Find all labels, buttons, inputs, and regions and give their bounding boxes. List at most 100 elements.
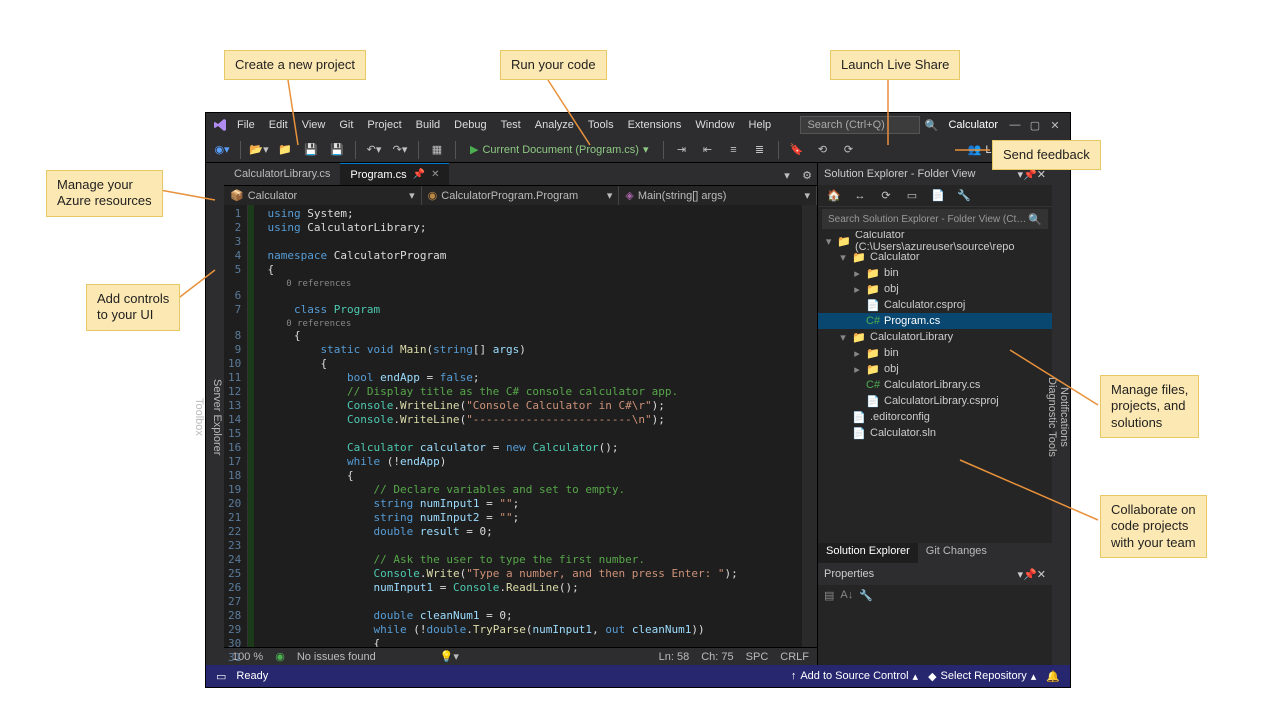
nav-back-icon[interactable]: ◉▾ <box>212 140 232 160</box>
show-all-icon[interactable]: 📄 <box>928 186 948 206</box>
menu-extensions[interactable]: Extensions <box>621 116 689 134</box>
wrench-icon[interactable]: 🔧 <box>859 589 873 661</box>
tree-node[interactable]: ▾📁Calculator (C:\Users\azureuser\source\… <box>818 233 1052 249</box>
callout-azure: Manage your Azure resources <box>46 170 163 217</box>
output-icon[interactable]: ▭ <box>216 670 226 683</box>
caret-col: Ch: 75 <box>701 651 733 663</box>
caret-line: Ln: 58 <box>659 651 690 663</box>
new-project-button[interactable]: 📂▾ <box>249 140 269 160</box>
vertical-scrollbar[interactable] <box>802 205 817 647</box>
toolbar-icon-5[interactable]: ⟲ <box>813 140 833 160</box>
tree-node[interactable]: 📄.editorconfig <box>818 409 1052 425</box>
quick-search-input[interactable]: Search (Ctrl+Q) <box>800 116 920 134</box>
callout-git: Collaborate on code projects with your t… <box>1100 495 1207 558</box>
code-editor[interactable]: 1234567891011121314151617181920212223242… <box>224 205 817 647</box>
nav-class[interactable]: ◉CalculatorProgram.Program▾ <box>422 186 620 205</box>
toolbar-icon-6[interactable]: ⟳ <box>839 140 859 160</box>
maximize-button[interactable]: ▢ <box>1026 117 1044 133</box>
panel-close-icon[interactable]: ✕ <box>1037 568 1046 581</box>
nav-member[interactable]: ◈Main(string[] args)▾ <box>619 186 817 205</box>
undo-icon[interactable]: ↶▾ <box>364 140 384 160</box>
tab-label: CalculatorLibrary.cs <box>234 168 330 180</box>
menu-view[interactable]: View <box>295 116 333 134</box>
main-toolbar: ◉▾ 📂▾ 📁 💾 💾 ↶▾ ↷▾ ▦ ▶ Current Document (… <box>206 137 1070 163</box>
menu-analyze[interactable]: Analyze <box>528 116 581 134</box>
toolbar-icon-4[interactable]: ≣ <box>750 140 770 160</box>
tab-git-changes[interactable]: Git Changes <box>918 543 995 563</box>
tree-node[interactable]: 📄Calculator.csproj <box>818 297 1052 313</box>
menu-edit[interactable]: Edit <box>262 116 295 134</box>
nav-project[interactable]: 📦Calculator▾ <box>224 186 422 205</box>
panel-pin-icon[interactable]: 📌 <box>1023 568 1037 581</box>
callout-toolbox: Add controls to your UI <box>86 284 180 331</box>
alphabetical-icon[interactable]: A↓ <box>840 589 853 661</box>
tree-node[interactable]: 📄CalculatorLibrary.csproj <box>818 393 1052 409</box>
config-icon[interactable]: ▦ <box>427 140 447 160</box>
menu-git[interactable]: Git <box>332 116 360 134</box>
right-panel-stack: Solution Explorer - Folder View ▾ 📌 ✕ 🏠 … <box>817 163 1052 665</box>
eol-mode[interactable]: CRLF <box>780 651 809 663</box>
bell-icon[interactable]: 🔔 <box>1046 670 1060 683</box>
code-surface[interactable]: using System; using CalculatorLibrary; n… <box>254 205 802 647</box>
tree-node[interactable]: ▸📁obj <box>818 281 1052 297</box>
toolbox-tab[interactable]: Toolbox <box>192 394 206 440</box>
close-button[interactable]: ✕ <box>1046 117 1064 133</box>
tree-node[interactable]: C#CalculatorLibrary.cs <box>818 377 1052 393</box>
solution-nav-icon[interactable]: ↔ <box>850 186 870 206</box>
document-tabstrip: CalculatorLibrary.cs Program.cs 📌 ✕ ▾ ⚙ <box>224 163 817 185</box>
tab-solution-explorer[interactable]: Solution Explorer <box>818 543 918 563</box>
tree-node[interactable]: ▸📁obj <box>818 361 1052 377</box>
callout-run-code: Run your code <box>500 50 607 80</box>
tab-overflow-icon[interactable]: ▾ <box>777 165 797 185</box>
play-icon: ▶ <box>470 143 478 156</box>
menu-build[interactable]: Build <box>409 116 447 134</box>
tree-node[interactable]: ▸📁bin <box>818 345 1052 361</box>
tab-program[interactable]: Program.cs 📌 ✕ <box>340 163 449 185</box>
search-icon[interactable]: 🔍 <box>922 117 940 133</box>
open-folder-icon[interactable]: 📁 <box>275 140 295 160</box>
solution-search-input[interactable]: Search Solution Explorer - Folder View (… <box>822 209 1048 229</box>
tree-node[interactable]: ▾📁CalculatorLibrary <box>818 329 1052 345</box>
collapse-icon[interactable]: ▭ <box>902 186 922 206</box>
source-control-button[interactable]: ↑ Add to Source Control ▴ <box>791 670 918 683</box>
save-all-icon[interactable]: 💾 <box>327 140 347 160</box>
bookmark-icon[interactable]: 🔖 <box>787 140 807 160</box>
close-icon[interactable]: ✕ <box>431 169 439 180</box>
navigation-bar: 📦Calculator▾ ◉CalculatorProgram.Program▾… <box>224 185 817 205</box>
save-icon[interactable]: 💾 <box>301 140 321 160</box>
tree-node[interactable]: C#Program.cs <box>818 313 1052 329</box>
menu-window[interactable]: Window <box>688 116 741 134</box>
diagnostic-tools-tab[interactable]: Diagnostic Tools <box>1046 377 1058 457</box>
solution-tree[interactable]: ▾📁Calculator (C:\Users\azureuser\source\… <box>818 231 1052 543</box>
issues-label: No issues found <box>297 651 376 663</box>
tree-node[interactable]: 📄Calculator.sln <box>818 425 1052 441</box>
menu-project[interactable]: Project <box>360 116 408 134</box>
home-icon[interactable]: 🏠 <box>824 186 844 206</box>
status-bar: ▭ Ready ↑ Add to Source Control ▴ ◆ Sele… <box>206 665 1070 687</box>
menu-help[interactable]: Help <box>742 116 779 134</box>
right-tool-rail: Notifications Diagnostic Tools <box>1052 163 1070 665</box>
menu-file[interactable]: File <box>230 116 262 134</box>
menu-debug[interactable]: Debug <box>447 116 493 134</box>
properties-icon[interactable]: 🔧 <box>954 186 974 206</box>
toolbar-icon-1[interactable]: ⇥ <box>672 140 692 160</box>
notifications-tab[interactable]: Notifications <box>1058 387 1070 447</box>
pin-icon[interactable]: 📌 <box>413 169 425 180</box>
select-repo-button[interactable]: ◆ Select Repository ▴ <box>928 670 1036 683</box>
tab-calculatorlibrary[interactable]: CalculatorLibrary.cs <box>224 163 340 185</box>
minimize-button[interactable]: ― <box>1006 117 1024 133</box>
run-button[interactable]: ▶ Current Document (Program.cs) ▾ <box>464 143 655 156</box>
menu-tools[interactable]: Tools <box>581 116 621 134</box>
toolbar-icon-2[interactable]: ⇤ <box>698 140 718 160</box>
refresh-icon[interactable]: ⟳ <box>876 186 896 206</box>
indent-mode[interactable]: SPC <box>746 651 769 663</box>
tab-gear-icon[interactable]: ⚙ <box>797 165 817 185</box>
tree-node[interactable]: ▸📁bin <box>818 265 1052 281</box>
toolbar-icon-3[interactable]: ≡ <box>724 140 744 160</box>
server-explorer-tab[interactable]: Server Explorer <box>210 375 224 459</box>
menu-test[interactable]: Test <box>494 116 528 134</box>
redo-icon[interactable]: ↷▾ <box>390 140 410 160</box>
titlebar: FileEditViewGitProjectBuildDebugTestAnal… <box>206 113 1070 137</box>
lightbulb-icon[interactable]: 💡▾ <box>440 650 459 663</box>
categorize-icon[interactable]: ▤ <box>824 589 834 661</box>
